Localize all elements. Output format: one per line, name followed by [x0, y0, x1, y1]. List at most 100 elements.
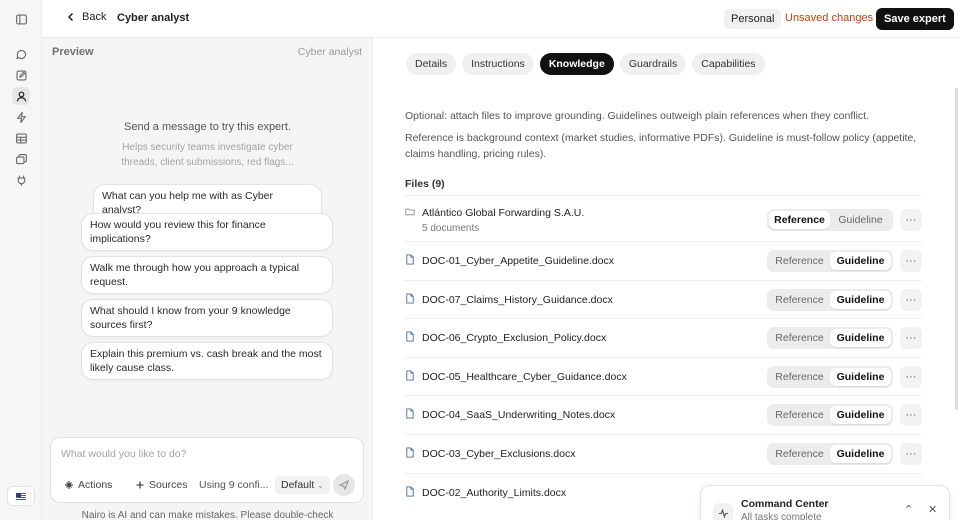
tab-capabilities[interactable]: Capabilities — [692, 53, 765, 75]
more-options-button[interactable]: ··· — [900, 442, 922, 465]
command-center[interactable]: Command Center All tasks complete ⌃ ✕ — [700, 485, 950, 520]
message-composer: What would you like to do? Actions Sourc… — [50, 437, 364, 503]
file-row: Atlántico Global Forwarding S.A.U. 5 doc… — [405, 195, 922, 241]
layers-icon[interactable] — [12, 150, 30, 168]
guideline-option[interactable]: Guideline — [830, 444, 891, 463]
actions-label: Actions — [78, 479, 113, 491]
document-icon — [406, 331, 414, 342]
document-icon — [406, 293, 414, 304]
more-options-button[interactable]: ··· — [900, 327, 922, 350]
tab-instructions[interactable]: Instructions — [462, 53, 534, 75]
file-name[interactable]: DOC-04_SaaS_Underwriting_Notes.docx — [422, 409, 615, 421]
file-name[interactable]: DOC-06_Crypto_Exclusion_Policy.docx — [422, 332, 606, 344]
reference-option[interactable]: Reference — [769, 368, 830, 386]
chevron-left-icon — [67, 12, 74, 22]
reference-option[interactable]: Reference — [769, 445, 830, 463]
suggestion-chip[interactable]: How would you review this for finance im… — [81, 213, 333, 251]
send-icon — [339, 480, 349, 490]
reference-option[interactable]: Reference — [769, 291, 830, 309]
save-expert-button[interactable]: Save expert — [876, 8, 954, 30]
more-options-button[interactable]: ··· — [900, 404, 922, 427]
file-name[interactable]: DOC-07_Claims_History_Guidance.docx — [422, 294, 613, 306]
guideline-option[interactable]: Guideline — [830, 290, 891, 309]
left-rail — [0, 0, 42, 520]
file-name[interactable]: DOC-05_Healthcare_Cyber_Guidance.docx — [422, 371, 627, 383]
actions-button[interactable]: Actions — [64, 479, 112, 491]
document-icon — [406, 408, 414, 419]
tab-knowledge[interactable]: Knowledge — [539, 53, 614, 75]
reference-option[interactable]: Reference — [769, 211, 830, 229]
file-name[interactable]: DOC-02_Authority_Limits.docx — [422, 487, 566, 499]
plug-icon[interactable] — [12, 171, 30, 189]
guideline-option[interactable]: Guideline — [830, 406, 891, 425]
reference-option[interactable]: Reference — [769, 406, 830, 424]
language-flag-button[interactable] — [7, 486, 35, 506]
mode-toggle: Reference Guideline — [767, 442, 893, 465]
guideline-option[interactable]: Guideline — [830, 367, 891, 386]
plus-icon — [136, 481, 144, 489]
workspace-badge[interactable]: Personal — [724, 9, 782, 29]
close-icon[interactable]: ✕ — [928, 503, 937, 516]
preview-expert-name: Cyber analyst — [297, 46, 362, 58]
sparkle-icon — [65, 481, 73, 489]
file-name[interactable]: DOC-03_Cyber_Exclusions.docx — [422, 448, 575, 460]
grid-icon[interactable] — [12, 129, 30, 147]
try-message: Send a message to try this expert. — [124, 121, 291, 133]
command-center-status: All tasks complete — [741, 512, 822, 520]
editor-panel: Details Instructions Knowledge Guardrail… — [374, 38, 960, 520]
us-flag-icon — [16, 492, 26, 500]
mode-toggle: Reference Guideline — [767, 288, 893, 311]
command-center-title: Command Center — [741, 498, 829, 510]
more-options-button[interactable]: ··· — [900, 288, 922, 311]
document-icon — [406, 254, 414, 265]
app-window: Back Cyber analyst Personal Unsaved chan… — [0, 0, 960, 520]
file-row: DOC-01_Cyber_Appetite_Guideline.docx Ref… — [405, 241, 922, 280]
folder-icon — [405, 208, 415, 216]
file-name[interactable]: Atlántico Global Forwarding S.A.U. — [422, 207, 584, 219]
send-button[interactable] — [333, 474, 355, 496]
file-subtitle: 5 documents — [422, 223, 480, 234]
sources-button[interactable]: Sources — [135, 479, 188, 491]
file-row: DOC-05_Healthcare_Cyber_Guidance.docx Re… — [405, 356, 922, 396]
document-icon — [406, 370, 414, 381]
more-options-button[interactable]: ··· — [900, 250, 922, 272]
back-button[interactable]: Back — [66, 11, 106, 23]
unsaved-status: Unsaved changes — [785, 12, 874, 24]
model-select[interactable]: Default ⌄ — [275, 476, 330, 494]
document-icon — [406, 486, 414, 497]
mode-toggle: Reference Guideline — [767, 209, 893, 231]
more-options-button[interactable]: ··· — [900, 209, 922, 231]
tab-details[interactable]: Details — [406, 53, 457, 75]
activity-icon — [713, 503, 733, 520]
back-label: Back — [82, 11, 107, 23]
sidebar-toggle-icon[interactable] — [12, 10, 30, 28]
guideline-option[interactable]: Guideline — [830, 329, 891, 348]
suggestion-chip[interactable]: What should I know from your 9 knowledge… — [81, 299, 333, 337]
scrollbar[interactable] — [955, 88, 958, 410]
bolt-icon[interactable] — [12, 108, 30, 126]
reference-option[interactable]: Reference — [769, 329, 830, 347]
document-icon — [406, 447, 414, 458]
chevron-up-icon[interactable]: ⌃ — [904, 503, 913, 516]
file-row: DOC-04_SaaS_Underwriting_Notes.docx Refe… — [405, 395, 922, 434]
mode-toggle: Reference Guideline — [767, 365, 893, 388]
tab-guardrails[interactable]: Guardrails — [619, 53, 687, 75]
file-row: DOC-07_Claims_History_Guidance.docx Refe… — [405, 279, 922, 319]
guideline-option[interactable]: Guideline — [830, 252, 891, 270]
message-input[interactable]: What would you like to do? — [61, 448, 187, 460]
knowledge-explanation: Reference is background context (market … — [405, 132, 917, 160]
chevron-down-icon: ⌄ — [317, 481, 324, 490]
mode-toggle: Reference Guideline — [767, 250, 893, 272]
file-name[interactable]: DOC-01_Cyber_Appetite_Guideline.docx — [422, 255, 614, 267]
suggestion-chip[interactable]: Walk me through how you approach a typic… — [81, 256, 333, 294]
ai-disclaimer: Nairo is AI and can make mistakes. Pleas… — [81, 510, 334, 520]
suggestion-chip[interactable]: Explain this premium vs. cash break and … — [81, 342, 333, 380]
guideline-option[interactable]: Guideline — [830, 211, 891, 229]
edit-icon[interactable] — [12, 66, 30, 84]
user-icon[interactable] — [12, 87, 30, 105]
chat-icon[interactable] — [12, 45, 30, 63]
reference-option[interactable]: Reference — [769, 252, 830, 270]
mode-toggle: Reference Guideline — [767, 404, 893, 427]
more-options-button[interactable]: ··· — [900, 365, 922, 388]
preview-title: Preview — [52, 46, 94, 58]
